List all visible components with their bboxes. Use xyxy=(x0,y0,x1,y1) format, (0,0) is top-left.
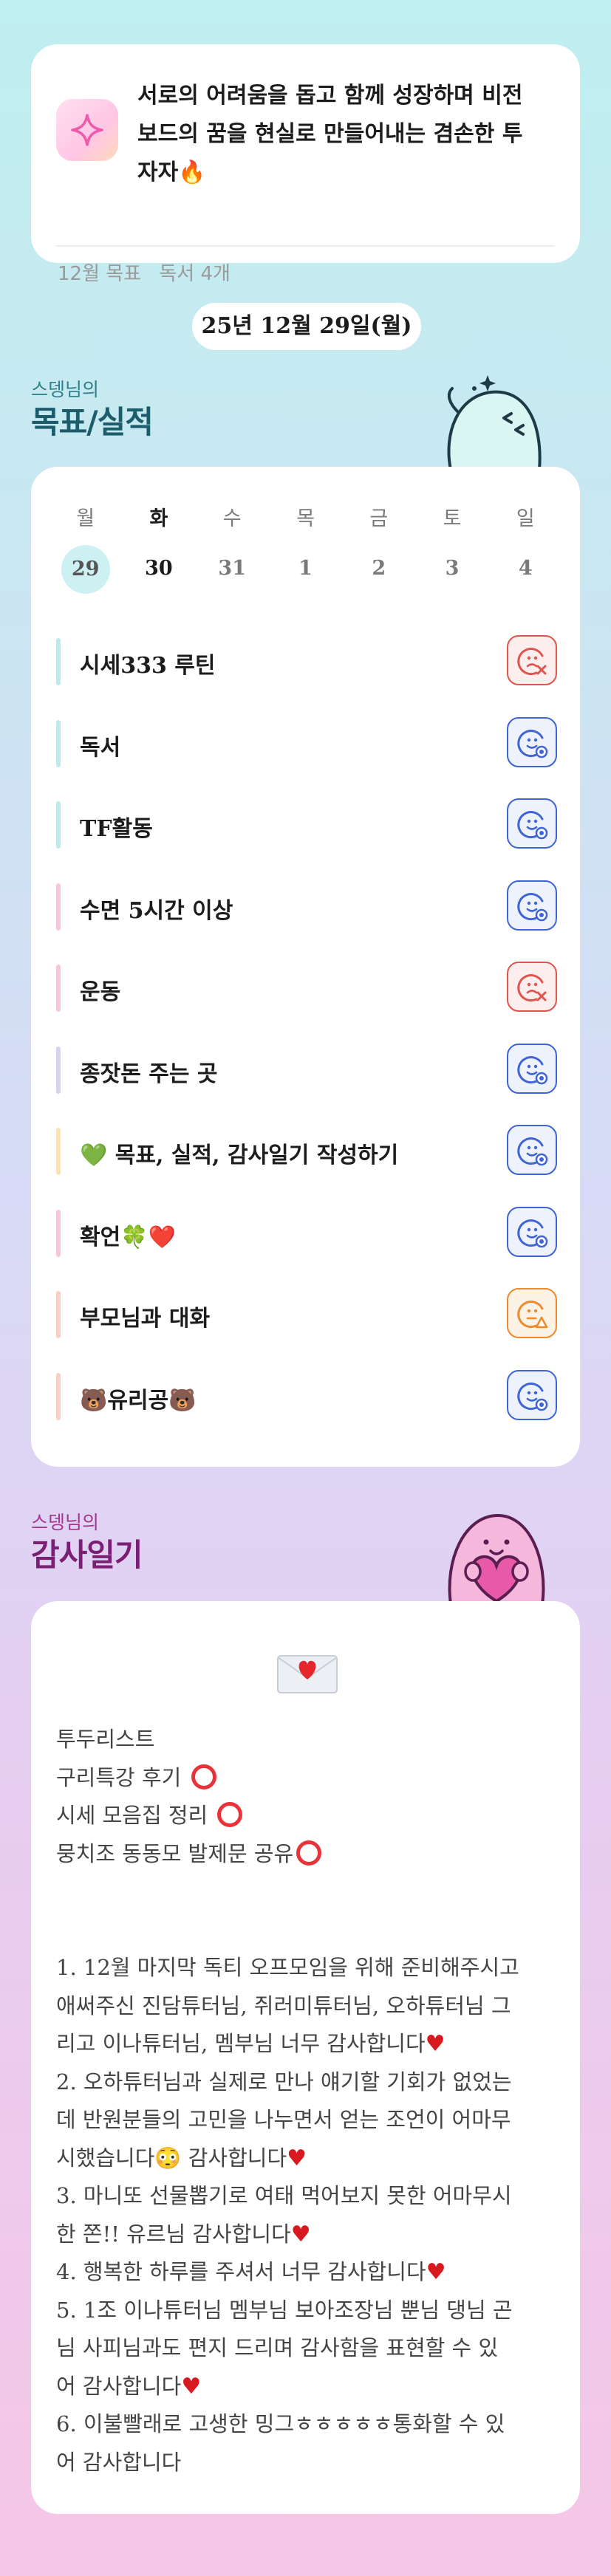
red-heart-icon: ♥ xyxy=(426,2259,446,2285)
monthly-goal-label: 12월 목표 xyxy=(58,263,142,285)
date-cell[interactable]: 3 xyxy=(415,545,488,592)
status-done-icon[interactable] xyxy=(507,880,557,931)
date-cell[interactable]: 31 xyxy=(196,545,269,592)
weekday-label: 토 xyxy=(443,507,462,530)
task-row[interactable]: 시세333 루틴 xyxy=(56,622,557,704)
mascot-waving-icon xyxy=(447,375,542,470)
date-label: 25년 12월 29일(월) xyxy=(192,303,421,350)
todo-item: 시세 모음집 정리 xyxy=(56,1797,559,1835)
task-label: 💚 목표, 실적, 감사일기 작성하기 xyxy=(80,1143,399,1168)
todo-item: 구리특강 후기 xyxy=(56,1759,559,1798)
goals-title: 목표/실적 xyxy=(31,404,154,440)
gratitude-line: 어 감사합니다♥ xyxy=(56,2368,559,2406)
status-done-icon[interactable] xyxy=(507,1206,557,1257)
status-warn-icon[interactable] xyxy=(507,1288,557,1338)
task-list: 시세333 루틴독서 TF활동수면 5시간 이상운동종잣돈 주는 곳 💚 목표, 실… xyxy=(56,622,557,1438)
status-done-icon[interactable] xyxy=(507,1369,557,1420)
intro-card: 서로의 어려움을 돕고 함께 성장하며 비전 보드의 꿈을 현실로 만들어내는 … xyxy=(31,44,580,285)
gratitude-line: 데 반원분들의 고민을 나누면서 얻는 조언이 어마무 xyxy=(56,2107,511,2132)
red-circle-icon xyxy=(217,1802,243,1827)
task-color-bar xyxy=(56,801,61,849)
task-color-bar xyxy=(56,1128,61,1175)
task-color-bar xyxy=(56,1372,61,1420)
task-row[interactable]: 운동 xyxy=(56,948,557,1030)
task-row[interactable]: 🐻유리공🐻 xyxy=(56,1357,557,1439)
date-cell[interactable]: 1 xyxy=(269,545,342,592)
goals-card: 월 화 수 목 금 토 일 29 30 31 1 2 3 4 시세333 루틴독… xyxy=(31,467,580,1467)
weekday-label: 목 xyxy=(296,507,315,530)
task-label: TF활동 xyxy=(80,816,153,842)
task-row[interactable]: 확언🍀❤️ xyxy=(56,1193,557,1275)
task-label: 확언🍀❤️ xyxy=(80,1224,176,1250)
status-done-icon[interactable] xyxy=(507,716,557,767)
task-row[interactable]: 💚 목표, 실적, 감사일기 작성하기 xyxy=(56,1111,557,1193)
intro-motto: 서로의 어려움을 돕고 함께 성장하며 비전 보드의 꿈을 현실로 만들어내는 … xyxy=(137,83,523,185)
gratitude-line: 시했습니다😳 감사합니다♥ xyxy=(56,2140,559,2178)
task-label: 부모님과 대화 xyxy=(80,1306,211,1332)
task-row[interactable]: 부모님과 대화 xyxy=(56,1275,557,1357)
reading-goal-label: 독서 4개 xyxy=(159,263,231,285)
task-label: 운동 xyxy=(80,979,121,1005)
task-color-bar xyxy=(56,1046,61,1094)
status-done-icon[interactable] xyxy=(507,1043,557,1094)
task-row[interactable]: TF활동 xyxy=(56,785,557,867)
task-label: 🐻유리공🐻 xyxy=(80,1387,197,1414)
red-heart-icon: ♥ xyxy=(290,2221,311,2247)
task-color-bar xyxy=(56,1291,61,1338)
weekday-label: 화 xyxy=(149,507,168,530)
gratitude-title: 감사일기 xyxy=(31,1537,143,1573)
gratitude-line: 어 감사합니다 xyxy=(56,2449,182,2475)
task-color-bar xyxy=(56,1209,61,1257)
red-heart-icon: ♥ xyxy=(425,2031,446,2057)
gratitude-line: 리고 이나튜터님, 멤부님 너무 감사합니다♥ xyxy=(56,2025,559,2063)
task-color-bar xyxy=(56,965,61,1012)
task-row[interactable]: 종잣돈 주는 곳 xyxy=(56,1030,557,1112)
weekday-row: 월 화 수 목 금 토 일 xyxy=(49,502,562,531)
gratitude-text: 투두리스트 구리특강 후기 시세 모음집 정리 뭉치조 동동모 발제문 공유 1… xyxy=(56,1721,559,2481)
weekday-label: 수 xyxy=(222,507,242,530)
task-row[interactable]: 독서 xyxy=(56,704,557,786)
weekday-label: 일 xyxy=(516,507,535,530)
task-label: 종잣돈 주는 곳 xyxy=(80,1061,218,1087)
red-heart-icon: ♥ xyxy=(287,2145,307,2171)
task-label: 시세333 루틴 xyxy=(80,653,216,679)
todo-item: 뭉치조 동동모 발제문 공유 xyxy=(56,1835,559,1874)
status-fail-icon[interactable] xyxy=(507,635,557,685)
date-cell[interactable]: 4 xyxy=(489,545,562,592)
weekday-label: 금 xyxy=(369,507,389,530)
task-color-bar xyxy=(56,638,61,685)
mascot-heart-icon xyxy=(448,1513,545,1604)
gratitude-line: 애써주신 진담튜터님, 쥐러미튜터님, 오하튜터님 그 xyxy=(56,1993,511,2018)
task-row[interactable]: 수면 5시간 이상 xyxy=(56,867,557,949)
gratitude-line: 님 사피님과도 편지 드리며 감사함을 표현할 수 있 xyxy=(56,2335,499,2360)
gratitude-line: 2. 오하튜터님과 실제로 만나 얘기할 기회가 없었는 xyxy=(56,2069,512,2094)
gratitude-line: 3. 마니또 선물뽑기로 여태 먹어보지 못한 어마무시 xyxy=(56,2183,512,2208)
sparkle-icon xyxy=(56,99,118,161)
divider xyxy=(56,245,555,247)
status-fail-icon[interactable] xyxy=(507,962,557,1012)
intro-meta: 12월 목표 독서 4개 xyxy=(58,258,242,286)
weekday-label: 월 xyxy=(76,507,95,530)
gratitude-line: 1. 12월 마지막 독티 오프모임을 위해 준비해주시고 xyxy=(56,1955,519,1980)
task-color-bar xyxy=(56,883,61,931)
date-row: 29 30 31 1 2 3 4 xyxy=(49,545,562,594)
gratitude-line: 4. 행복한 하루를 주셔서 너무 감사합니다♥ xyxy=(56,2253,559,2292)
date-cell[interactable]: 30 xyxy=(122,545,195,592)
task-label: 독서 xyxy=(80,734,121,761)
gratitude-line: 5. 1조 이나튜터님 멤부님 보아조장님 뿐님 댕님 곤 xyxy=(56,2297,513,2323)
todo-title: 투두리스트 xyxy=(56,1727,155,1752)
task-label: 수면 5시간 이상 xyxy=(80,897,233,924)
task-color-bar xyxy=(56,719,61,767)
envelope-heart-icon xyxy=(277,1655,338,1693)
gratitude-card: 투두리스트 구리특강 후기 시세 모음집 정리 뭉치조 동동모 발제문 공유 1… xyxy=(31,1601,580,2514)
red-circle-icon xyxy=(296,1840,322,1866)
gratitude-line: 6. 이불빨래로 고생한 밍그ㅎㅎㅎㅎㅎ통화할 수 있 xyxy=(56,2411,505,2436)
status-done-icon[interactable] xyxy=(507,1125,557,1175)
gratitude-line: 한 쫀!! 유르님 감사합니다♥ xyxy=(56,2216,559,2254)
date-cell-selected[interactable]: 29 xyxy=(49,545,122,594)
red-circle-icon xyxy=(191,1764,216,1789)
status-done-icon[interactable] xyxy=(507,798,557,849)
date-cell[interactable]: 2 xyxy=(342,545,415,592)
red-heart-icon: ♥ xyxy=(181,2373,202,2399)
